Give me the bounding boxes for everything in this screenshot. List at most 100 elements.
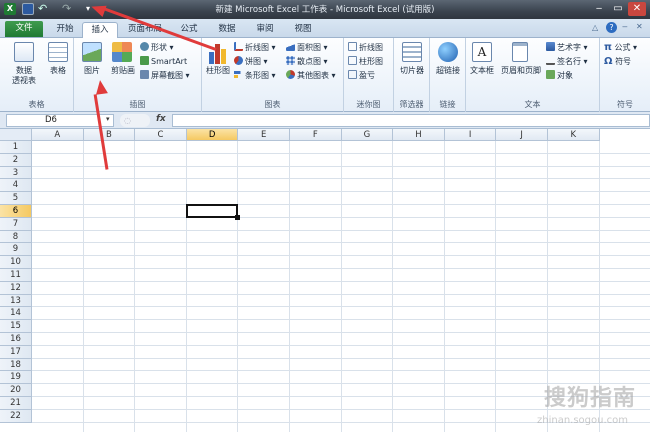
sparkline-line-button[interactable]: 折线图 — [348, 42, 383, 53]
group-label-sparklines: 迷你图 — [356, 100, 381, 109]
row-header-19[interactable]: 19 — [0, 371, 32, 385]
row-header-17[interactable]: 17 — [0, 345, 32, 359]
column-header-c[interactable]: C — [135, 129, 187, 141]
fill-handle[interactable] — [235, 214, 241, 220]
row-header-7[interactable]: 7 — [0, 217, 32, 231]
column-header-e[interactable]: E — [238, 129, 290, 141]
shapes-icon — [140, 42, 149, 51]
row-header-5[interactable]: 5 — [0, 192, 32, 205]
gridline-horizontal — [32, 332, 650, 333]
row-header-10[interactable]: 10 — [0, 256, 32, 269]
header-footer-button[interactable]: 页眉和页脚 — [498, 66, 544, 76]
worksheet-grid[interactable]: ABCDEFGHIJK 1 2 3 4 5 6 7 8 9 10 11 12 13 14 15 16 17 18 1… — [0, 129, 650, 432]
row-header-21[interactable]: 21 — [0, 397, 32, 410]
gridline-horizontal — [32, 242, 650, 244]
row-header-13[interactable]: 13 — [0, 294, 32, 308]
row-header-12[interactable]: 12 — [0, 281, 32, 295]
row-header-9[interactable]: 9 — [0, 243, 32, 257]
formula-input[interactable] — [172, 114, 650, 127]
sparkline-winloss-button[interactable]: 盈亏 — [348, 70, 375, 81]
row-header-15[interactable]: 15 — [0, 320, 32, 333]
row-header-18[interactable]: 18 — [0, 358, 32, 372]
help-icon[interactable]: ? — [606, 22, 617, 33]
clipart-button[interactable]: 剪贴画 — [108, 66, 138, 76]
tab-data[interactable]: 数据 — [212, 22, 242, 38]
shapes-button[interactable]: 形状 ▾ — [140, 42, 174, 53]
hyperlink-button[interactable]: 超链接 — [430, 66, 466, 76]
minimize-ribbon-icon[interactable]: △ — [592, 23, 598, 32]
screenshot-button[interactable]: 屏幕截图 ▾ — [140, 70, 190, 81]
row-header-6[interactable]: 6 — [0, 205, 32, 218]
workbook-minimize-icon[interactable]: ‒ — [622, 22, 628, 32]
scatter-chart-button[interactable]: 散点图 ▾ — [286, 56, 328, 67]
symbol-button[interactable]: Ω 符号 — [604, 56, 631, 67]
workbook-close-icon[interactable]: ✕ — [636, 22, 643, 31]
column-header-k[interactable]: K — [548, 129, 600, 141]
area-chart-button[interactable]: 面积图 ▾ — [286, 42, 328, 53]
wordart-button[interactable]: 艺术字 ▾ — [546, 42, 588, 53]
column-header-d[interactable]: D — [186, 129, 239, 141]
row-header-16[interactable]: 16 — [0, 333, 32, 346]
insert-function-icon[interactable]: fx — [156, 114, 166, 124]
row-header-20[interactable]: 20 — [0, 384, 32, 397]
group-label-illustrations: 插图 — [129, 100, 146, 109]
column-header-f[interactable]: F — [290, 129, 342, 141]
other-charts-button[interactable]: 其他图表 ▾ — [286, 70, 336, 81]
other-charts-icon — [286, 70, 295, 79]
tab-insert[interactable]: 插入 — [82, 22, 118, 39]
row-header-4[interactable]: 4 — [0, 179, 32, 193]
textbox-button[interactable]: 文本框 — [466, 66, 498, 76]
row-header-8[interactable]: 8 — [0, 230, 32, 244]
group-symbols: π 公式 ▾ Ω 符号 符号 — [600, 38, 650, 112]
pivot-table-button[interactable]: 数据 透视表 — [4, 66, 44, 86]
active-cell[interactable] — [185, 204, 239, 218]
row-header-2[interactable]: 2 — [0, 153, 32, 167]
column-chart-button[interactable]: 柱形图 — [202, 66, 234, 76]
minimize-icon[interactable]: ‒ — [590, 2, 608, 16]
group-label-symbols: 符号 — [617, 100, 633, 109]
gridline-vertical — [443, 141, 445, 432]
tab-view[interactable]: 视图 — [288, 22, 318, 38]
gridline-horizontal — [32, 191, 650, 193]
object-button[interactable]: 对象 — [546, 70, 573, 81]
group-label-filter: 筛选器 — [399, 100, 424, 109]
gridline-horizontal — [32, 229, 650, 231]
column-header-j[interactable]: J — [496, 129, 548, 141]
gridline-vertical — [495, 141, 497, 432]
column-header-b[interactable]: B — [83, 129, 136, 141]
scatter-chart-icon — [286, 56, 295, 65]
select-all-corner[interactable] — [0, 129, 32, 141]
wordart-icon — [546, 42, 555, 51]
name-box-dropdown-icon[interactable]: ▾ — [106, 115, 110, 123]
picture-button[interactable]: 图片 — [78, 66, 106, 76]
gridline-horizontal — [32, 293, 650, 295]
tab-review[interactable]: 审阅 — [250, 22, 280, 38]
row-header-22[interactable]: 22 — [0, 409, 32, 423]
tab-file[interactable]: 文件 — [5, 21, 43, 37]
screenshot-icon — [140, 70, 149, 79]
gridline-vertical — [134, 141, 136, 432]
column-header-g[interactable]: G — [341, 129, 394, 141]
gridline-horizontal — [32, 268, 650, 269]
maximize-icon[interactable]: ▭ — [609, 2, 627, 16]
row-header-1[interactable]: 1 — [0, 141, 32, 154]
table-button[interactable]: 表格 — [44, 66, 72, 76]
group-links: 超链接 链接 — [430, 38, 466, 112]
column-header-h[interactable]: H — [393, 129, 445, 141]
bar-chart-button[interactable]: 条形图 ▾ — [234, 70, 276, 81]
column-header-i[interactable]: I — [444, 129, 497, 141]
equation-button[interactable]: π 公式 ▾ — [604, 42, 637, 53]
line-chart-button[interactable]: 折线图 ▾ — [234, 42, 276, 53]
sparkline-column-button[interactable]: 柱形图 — [348, 56, 383, 67]
row-header-14[interactable]: 14 — [0, 307, 32, 321]
table-icon — [48, 42, 68, 62]
pie-chart-button[interactable]: 饼图 ▾ — [234, 56, 268, 67]
signature-line-button[interactable]: 签名行 ▾ — [546, 56, 588, 67]
tab-home[interactable]: 开始 — [50, 22, 80, 38]
row-header-3[interactable]: 3 — [0, 166, 32, 180]
slicer-button[interactable]: 切片器 — [394, 66, 430, 76]
smartart-button[interactable]: SmartArt — [140, 56, 187, 67]
column-header-a[interactable]: A — [32, 129, 84, 141]
row-header-11[interactable]: 11 — [0, 269, 32, 282]
close-icon[interactable]: ✕ — [628, 2, 646, 16]
